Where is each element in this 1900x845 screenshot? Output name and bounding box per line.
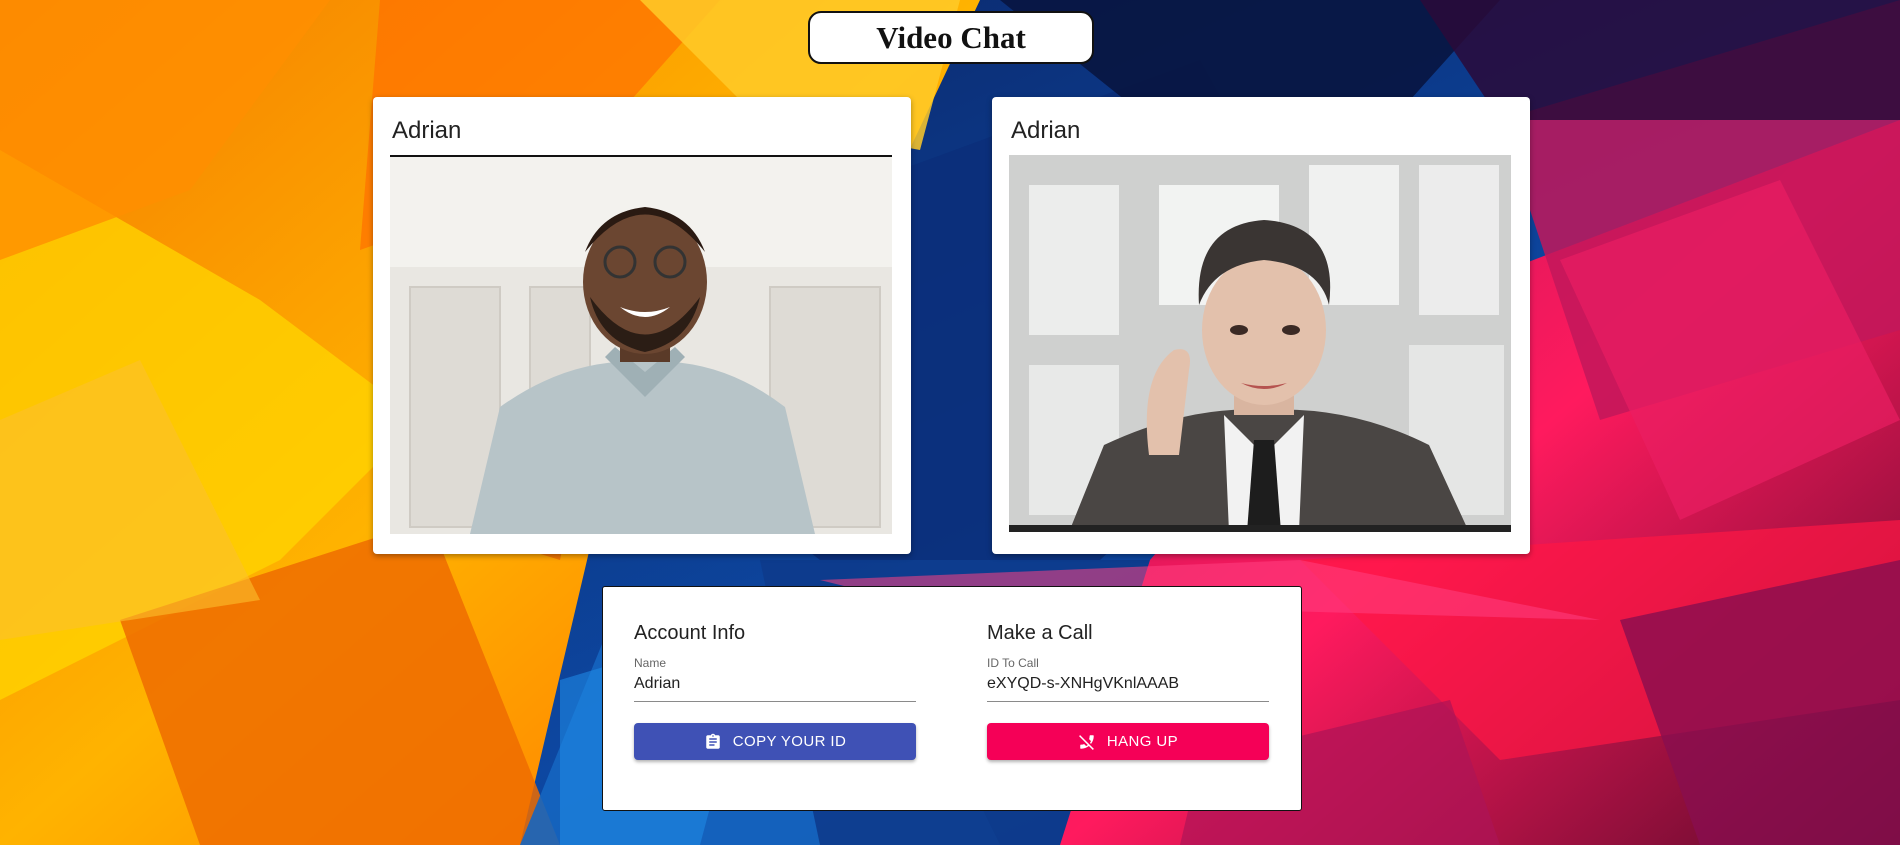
name-input[interactable] <box>634 672 916 702</box>
my-video-name: Adrian <box>392 117 462 144</box>
person-video-image <box>390 157 892 534</box>
my-video-stream <box>390 155 892 534</box>
call-options-panel: Account Info Name COPY YOUR ID Make a Ca… <box>602 586 1302 811</box>
make-call-heading: Make a Call <box>987 622 1093 644</box>
hang-up-button[interactable]: HANG UP <box>987 723 1269 760</box>
account-info-heading: Account Info <box>634 622 746 644</box>
app-title: Video Chat <box>808 11 1094 64</box>
id-to-call-input[interactable] <box>987 672 1269 702</box>
account-info-section: Account Info Name COPY YOUR ID <box>634 622 916 760</box>
clipboard-icon <box>706 733 720 749</box>
copy-id-button[interactable]: COPY YOUR ID <box>634 723 916 760</box>
hang-up-button-label: HANG UP <box>1106 733 1179 750</box>
remote-video-stream <box>1009 155 1511 532</box>
my-video-card: Adrian <box>373 97 911 554</box>
make-call-section: Make a Call ID To Call HANG UP <box>987 622 1269 760</box>
id-to-call-label: ID To Call <box>987 656 1039 670</box>
phone-disabled-icon <box>1078 734 1094 750</box>
person-video-image <box>1009 155 1511 532</box>
remote-video-card: Adrian <box>992 97 1530 554</box>
name-field-label: Name <box>634 656 667 670</box>
copy-id-button-label: COPY YOUR ID <box>732 733 847 750</box>
remote-video-name: Adrian <box>1011 117 1081 144</box>
